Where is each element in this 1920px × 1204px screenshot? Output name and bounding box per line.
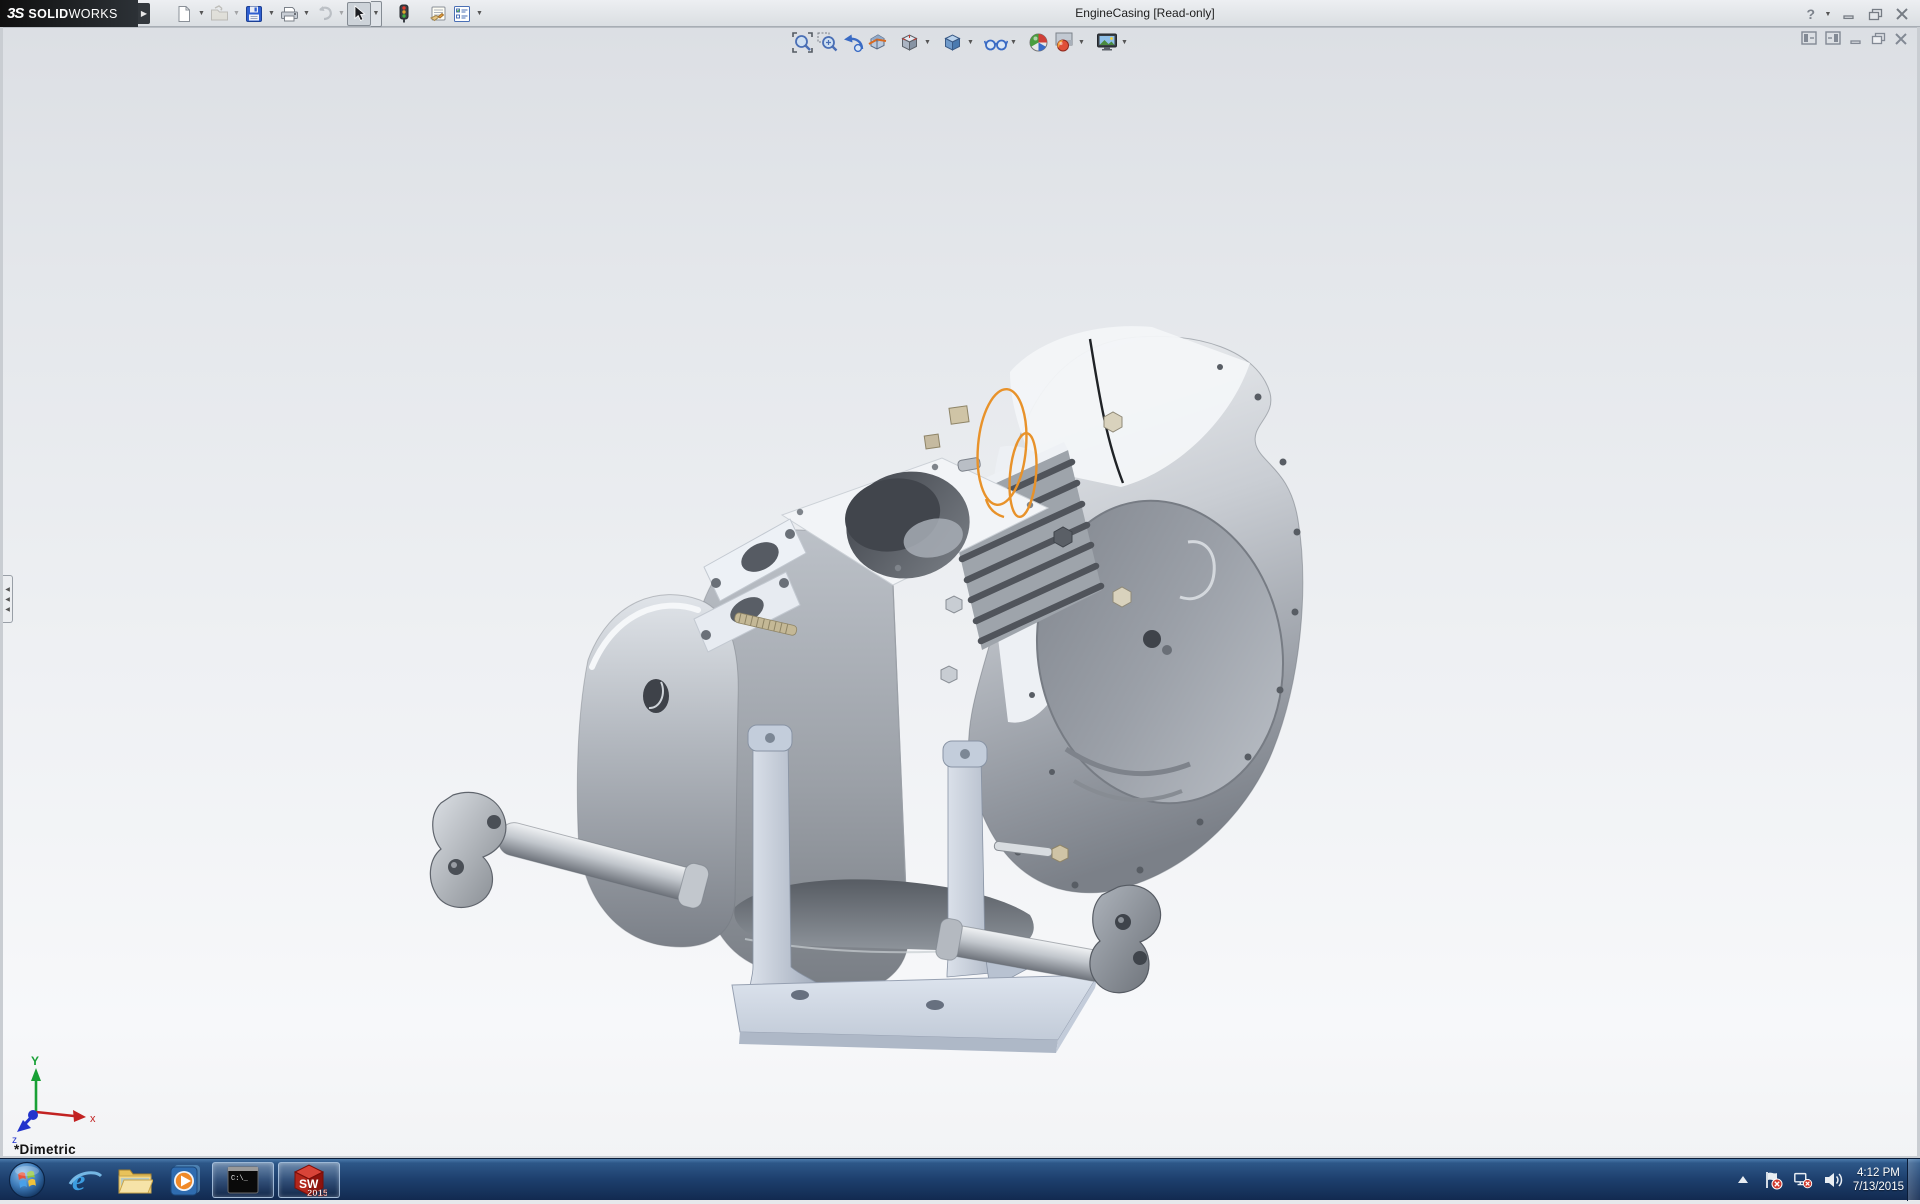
command-prompt-icon: C:\_ [227,1166,259,1194]
main-toolbar: ▼ ▼ ▼ ▼ ▼ ▼ ▼ [172,1,485,26]
close-button[interactable] [1893,7,1910,22]
select-tool-button[interactable] [347,2,371,26]
taskbar-command-prompt[interactable]: C:\_ [212,1162,274,1198]
solidworks-logo-mark: 3S [7,5,23,22]
select-cursor-icon [351,5,367,22]
taskbar-windows-explorer[interactable] [110,1160,160,1200]
menu-flyout-arrow[interactable]: ▶ [138,3,150,24]
view-orientation-label: *Dimetric [14,1142,76,1157]
mount-flange-left[interactable] [430,793,506,908]
open-document-button[interactable] [207,2,231,26]
help-button[interactable]: ? [1806,6,1815,22]
internet-explorer-icon: e [67,1162,103,1198]
open-document-dropdown[interactable]: ▼ [231,2,242,26]
action-center-icon[interactable] [1763,1170,1783,1190]
taskbar-internet-explorer[interactable]: e [60,1160,110,1200]
select-tool-dropdown[interactable]: ▼ [371,1,382,27]
folder-icon [117,1164,153,1196]
base-plate-hole [926,1000,944,1010]
new-document-icon [175,5,193,23]
restore-button[interactable] [1867,7,1884,22]
restore-icon [1868,8,1883,21]
file-properties-button[interactable] [426,2,450,26]
mount-bracket-right[interactable] [1090,885,1161,992]
save-button[interactable] [242,2,266,26]
options-button[interactable] [450,2,474,26]
save-floppy-icon [245,5,263,23]
app-window-controls: ? ▼ [1806,2,1910,26]
engine-casing-model[interactable]: Y x z [0,27,1920,1158]
undo-arrow-icon [315,5,334,23]
speaker-icon [1823,1171,1843,1189]
svg-text:2015: 2015 [307,1188,327,1198]
windows-start-icon [8,1161,46,1199]
document-title: EngineCasing [Read-only] [1075,6,1214,20]
options-icon [453,5,471,23]
print-icon [280,5,299,23]
media-player-icon [167,1163,203,1197]
solidworks-logo-text-bold: SOLID [28,7,68,21]
help-dropdown[interactable]: ▼ [1824,2,1832,26]
clock-date: 7/13/2015 [1853,1180,1904,1194]
solidworks-logo: 3S SOLIDWORKS [0,0,138,27]
undo-button[interactable] [312,2,336,26]
graphics-viewport[interactable]: ▼ ▼ ▼ ▼ ▼ [0,27,1920,1158]
rebuild-traffic-light-icon [398,4,410,23]
solidworks-logo-text-light: WORKS [69,7,118,21]
orientation-triad: Y x z [12,1054,96,1146]
windows-taskbar: e C:\_ [0,1158,1920,1200]
rebuild-button[interactable] [392,2,416,26]
cover-hole [643,679,669,713]
close-icon [1895,8,1909,20]
triad-x-label: x [90,1113,96,1125]
engine-casing-geometry[interactable] [430,326,1306,1053]
flag-icon [1763,1170,1783,1190]
pillar-pin-left [765,733,775,743]
taskbar-clock[interactable]: 4:12 PM 7/13/2015 [1853,1166,1904,1194]
clock-time: 4:12 PM [1853,1166,1904,1180]
solidworks-2015-icon: SW 2015 [291,1162,327,1198]
cavity-hole [1143,630,1161,648]
options-dropdown[interactable]: ▼ [474,2,485,26]
start-button[interactable] [8,1161,46,1199]
network-icon [1793,1170,1813,1190]
pillar-pin-right [960,749,970,759]
minimize-button[interactable] [1841,7,1858,22]
system-tray: 4:12 PM 7/13/2015 [1733,1159,1904,1201]
open-folder-icon [210,5,229,23]
file-properties-icon [429,5,448,23]
taskbar-solidworks-2015[interactable]: SW 2015 [278,1162,340,1198]
show-desktop-button[interactable] [1907,1159,1920,1201]
save-dropdown[interactable]: ▼ [266,2,277,26]
network-status-icon[interactable] [1793,1170,1813,1190]
base-plate-hole [791,990,809,1000]
undo-dropdown[interactable]: ▼ [336,2,347,26]
print-button[interactable] [277,2,301,26]
up-arrow-icon [1737,1175,1749,1185]
new-document-dropdown[interactable]: ▼ [196,2,207,26]
print-dropdown[interactable]: ▼ [301,2,312,26]
new-document-button[interactable] [172,2,196,26]
svg-text:C:\_: C:\_ [231,1175,249,1183]
title-bar: 3S SOLIDWORKS ▶ ▼ ▼ ▼ ▼ ▼ ▼ ▼ [0,0,1920,27]
volume-icon[interactable] [1823,1170,1843,1190]
triad-y-label: Y [31,1054,39,1068]
taskbar-media-player[interactable] [160,1160,210,1200]
base-plate[interactable] [732,975,1098,1040]
minimize-icon [1843,8,1856,20]
cavity-bolt [1162,645,1172,655]
show-hidden-icons-button[interactable] [1733,1170,1753,1190]
